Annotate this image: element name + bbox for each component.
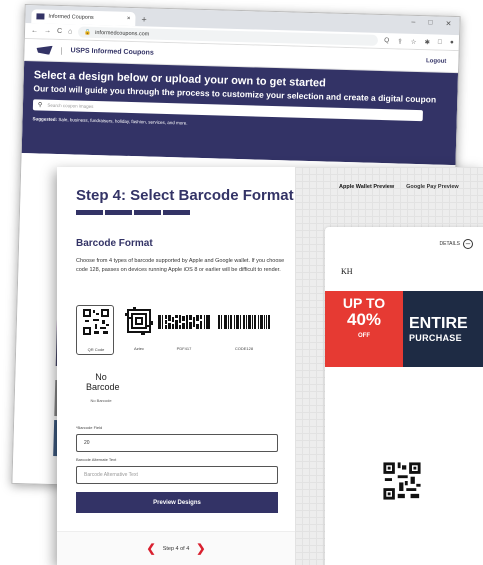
- barcode-options: QR Code Aztec PDF417 CODE128: [76, 305, 286, 357]
- qr-code-icon: [82, 308, 110, 336]
- sidebar-icon[interactable]: □: [438, 38, 442, 46]
- back-icon[interactable]: ←: [31, 27, 38, 34]
- window-controls: – □ ✕: [411, 19, 451, 28]
- close-window-icon[interactable]: ✕: [445, 20, 451, 28]
- site-title: USPS Informed Coupons: [70, 47, 154, 57]
- offer-line-1: ENTIRE: [409, 315, 468, 332]
- barcode-option-label: Aztec: [133, 346, 144, 351]
- offer-description-block: ENTIRE PURCHASE: [403, 291, 483, 367]
- alt-text-placeholder: Barcode Alternative Text: [84, 472, 138, 478]
- next-step-icon[interactable]: ❯: [196, 542, 205, 555]
- progress-segment: [134, 210, 161, 215]
- forward-icon[interactable]: →: [44, 28, 51, 35]
- code128-barcode-icon: [218, 315, 270, 329]
- suggested-items: Sale, business, fundraisers, holiday, fa…: [58, 116, 188, 126]
- coupon-offer-banner: UP TO 40% OFF ENTIRE PURCHASE: [325, 291, 483, 367]
- barcode-option-label: PDF417: [176, 346, 192, 351]
- offer-up-to: UP TO: [342, 295, 386, 311]
- aztec-code-icon: [125, 307, 153, 335]
- step-counter: Step 4 of 4: [162, 545, 190, 552]
- step-progress-bar: [76, 210, 190, 215]
- minimize-icon[interactable]: –: [411, 19, 415, 27]
- preview-tabs: Apple Wallet Preview Google Pay Preview: [339, 184, 459, 190]
- step-title: Step 4: Select Barcode Format: [76, 187, 294, 204]
- lock-icon: 🔒: [84, 29, 92, 36]
- browser-tab[interactable]: Informed Coupons ×: [31, 9, 136, 27]
- browser-tab-title: Informed Coupons: [48, 13, 94, 21]
- pdf417-barcode-icon: [158, 315, 210, 329]
- offer-line-2: PURCHASE: [409, 333, 462, 343]
- offer-percent: 40%: [346, 310, 382, 329]
- progress-segment: [105, 210, 132, 215]
- no-barcode-label: No Barcode: [90, 398, 112, 403]
- barcode-option-none[interactable]: No Barcode No Barcode: [86, 372, 120, 403]
- previous-step-icon[interactable]: ❮: [146, 542, 155, 555]
- url-text: informedcoupons.com: [95, 29, 150, 37]
- preview-column: Apple Wallet Preview Google Pay Preview …: [295, 167, 483, 565]
- usps-eagle-logo-icon[interactable]: [36, 45, 52, 54]
- logout-link[interactable]: Logout: [426, 58, 446, 65]
- hero-banner: Select a design below or upload your own…: [21, 61, 459, 166]
- section-title: Barcode Format: [76, 238, 153, 249]
- step-navigation: ❮ Step 4 of 4 ❯: [57, 531, 295, 565]
- barcode-option-pdf417[interactable]: PDF417: [156, 305, 212, 355]
- barcode-option-label: CODE128: [234, 346, 254, 351]
- organization-initials: KH: [341, 267, 353, 276]
- reload-icon[interactable]: C: [57, 28, 62, 35]
- zoom-icon[interactable]: Q: [384, 37, 389, 45]
- search-placeholder: Search coupon images: [47, 102, 94, 109]
- offer-off: OFF: [358, 333, 370, 339]
- share-icon[interactable]: ⇪: [397, 37, 403, 45]
- collapse-icon: –: [463, 239, 473, 249]
- profile-icon[interactable]: ●: [450, 38, 454, 46]
- header-divider: |: [60, 46, 63, 56]
- progress-segment: [163, 210, 190, 215]
- details-label: DETAILS: [439, 241, 460, 247]
- search-icon: ⚲: [37, 102, 43, 109]
- discount-block: UP TO 40% OFF: [325, 291, 403, 367]
- wallet-pass-preview: DETAILS – KH UP TO 40% OFF ENTIRE PURCHA…: [325, 227, 483, 565]
- suggested-label: Suggested:: [32, 116, 58, 122]
- extensions-icon[interactable]: ✱: [424, 38, 430, 46]
- alt-text-label: Barcode Alternate Text: [76, 457, 117, 462]
- tab-google-pay-preview[interactable]: Google Pay Preview: [406, 184, 459, 190]
- preview-designs-button[interactable]: Preview Designs: [76, 492, 278, 513]
- settings-column: Step 4: Select Barcode Format Barcode Fo…: [57, 167, 295, 565]
- usps-favicon-icon: [36, 13, 45, 20]
- alt-text-input[interactable]: Barcode Alternative Text: [76, 466, 278, 484]
- barcode-option-aztec[interactable]: Aztec: [120, 305, 158, 355]
- pass-qr-code: [382, 461, 422, 501]
- toolbar-icons: Q ⇪ ☆ ✱ □ ● ⋮: [384, 37, 461, 47]
- bookmark-star-icon[interactable]: ☆: [411, 37, 417, 45]
- barcode-field-input[interactable]: 20: [76, 434, 278, 452]
- tab-apple-wallet-preview[interactable]: Apple Wallet Preview: [339, 184, 394, 190]
- close-tab-icon[interactable]: ×: [127, 16, 131, 22]
- new-tab-button[interactable]: +: [141, 14, 147, 24]
- no-barcode-title: No Barcode: [86, 372, 120, 392]
- barcode-field-label: *Barcode Field: [76, 425, 103, 430]
- barcode-field-value: 20: [84, 440, 90, 446]
- barcode-option-label: QR Code: [87, 347, 105, 352]
- barcode-option-code128[interactable]: CODE128: [216, 305, 272, 355]
- barcode-description: Choose from 4 types of barcode supported…: [76, 258, 285, 273]
- details-toggle[interactable]: DETAILS –: [440, 239, 473, 249]
- maximize-icon[interactable]: □: [428, 19, 432, 27]
- home-icon[interactable]: ⌂: [68, 28, 72, 35]
- progress-segment: [76, 210, 103, 215]
- design-editor-panel: Step 4: Select Barcode Format Barcode Fo…: [57, 167, 483, 565]
- barcode-option-qr[interactable]: QR Code: [76, 305, 114, 355]
